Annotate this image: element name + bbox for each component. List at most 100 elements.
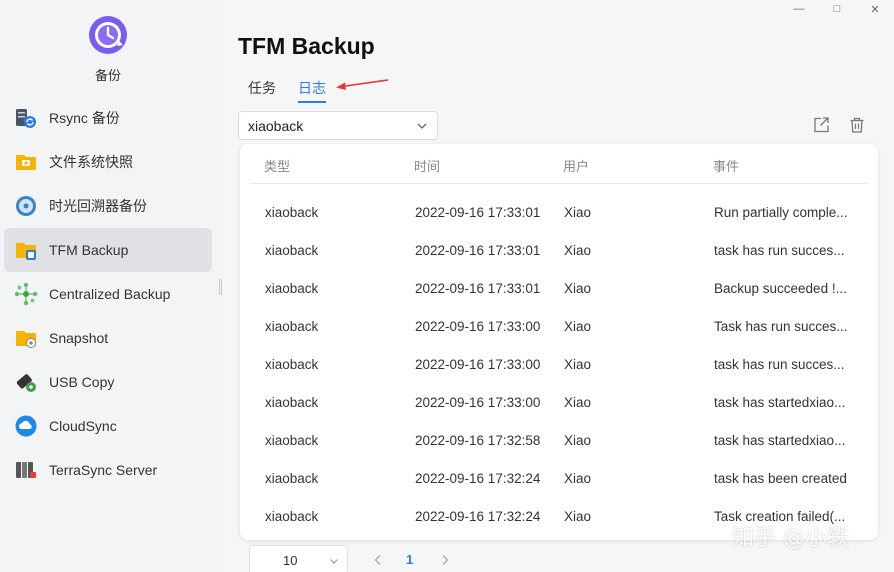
cell-time: 2022-09-16 17:33:01 (415, 281, 541, 296)
cell-time: 2022-09-16 17:33:00 (415, 395, 541, 410)
sidebar-item-filesystem-snapshot[interactable]: 文件系统快照 (4, 140, 212, 184)
column-header-time[interactable]: 时间 (414, 156, 440, 175)
task-select[interactable]: xiaoback (238, 111, 438, 140)
sidebar-item-cloudsync[interactable]: CloudSync (4, 404, 212, 448)
table-row[interactable]: xiaoback 2022-09-16 17:33:01 Xiao task h… (240, 232, 878, 270)
sidebar-resize-handle[interactable] (219, 279, 222, 295)
terrasync-server-icon (14, 458, 38, 482)
cell-event: Task creation failed(... (714, 509, 846, 524)
cell-type: xiaoback (265, 471, 319, 486)
sidebar-item-terrasync-server[interactable]: TerraSync Server (4, 448, 212, 492)
cell-user: Xiao (564, 281, 592, 296)
table-body: xiaoback 2022-09-16 17:33:01 Xiao Run pa… (240, 194, 878, 536)
table-row[interactable]: xiaoback 2022-09-16 17:33:01 Xiao Run pa… (240, 194, 878, 232)
sidebar-item-label: TerraSync Server (49, 462, 158, 478)
usb-drive-icon (14, 370, 38, 394)
sidebar-item-snapshot[interactable]: Snapshot (4, 316, 212, 360)
cell-time: 2022-09-16 17:33:01 (415, 243, 541, 258)
table-row[interactable]: xiaoback 2022-09-16 17:32:58 Xiao task h… (240, 422, 878, 460)
sidebar-item-label: CloudSync (49, 418, 117, 434)
column-header-type[interactable]: 类型 (264, 156, 290, 175)
cell-event: Backup succeeded !... (714, 281, 847, 296)
minimize-button[interactable]: — (780, 0, 818, 18)
log-table: 类型 时间 用户 事件 xiaoback 2022-09-16 17:33:01… (240, 144, 878, 540)
annotation-arrow-icon (336, 79, 389, 90)
sidebar-item-label: Snapshot (49, 330, 109, 346)
cell-user: Xiao (564, 433, 592, 448)
cell-time: 2022-09-16 17:33:00 (415, 319, 541, 334)
sidebar-item-tfm-backup[interactable]: TFM Backup (4, 228, 212, 272)
window-controls: — □ ✕ (780, 0, 894, 18)
prev-page-button[interactable] (370, 552, 386, 568)
cloud-sync-icon (14, 414, 38, 438)
page-size-select[interactable]: 10 (249, 545, 348, 572)
cell-type: xiaoback (265, 205, 319, 220)
table-row[interactable]: xiaoback 2022-09-16 17:33:00 Xiao task h… (240, 384, 878, 422)
page-size-value: 10 (283, 552, 298, 568)
cell-time: 2022-09-16 17:33:01 (415, 205, 541, 220)
backup-clock-icon (88, 15, 128, 55)
table-row[interactable]: xiaoback 2022-09-16 17:32:24 Xiao Task c… (240, 498, 878, 536)
table-row[interactable]: xiaoback 2022-09-16 17:33:01 Xiao Backup… (240, 270, 878, 308)
folder-snapshot-icon (14, 150, 38, 174)
sidebar: 备份 Rsync 备份 文件系统快照 时光回溯器备份 TFM Backup Ce… (0, 0, 222, 572)
cell-time: 2022-09-16 17:32:24 (415, 509, 541, 524)
snapshot-folder-icon (14, 326, 38, 350)
maximize-button[interactable]: □ (818, 0, 856, 18)
cell-event: task has run succes... (714, 243, 845, 258)
sidebar-item-label: USB Copy (49, 374, 115, 390)
time-machine-icon (14, 194, 38, 218)
sidebar-item-rsync[interactable]: Rsync 备份 (4, 96, 212, 140)
chevron-right-icon (442, 555, 449, 565)
sidebar-item-label: 文件系统快照 (49, 154, 133, 170)
cell-type: xiaoback (265, 509, 319, 524)
cell-time: 2022-09-16 17:32:58 (415, 433, 541, 448)
chevron-left-icon (374, 555, 381, 565)
sidebar-item-label: Rsync 备份 (49, 110, 120, 126)
rsync-server-icon (14, 106, 38, 130)
cell-user: Xiao (564, 395, 592, 410)
cell-event: task has startedxiao... (714, 433, 846, 448)
cell-type: xiaoback (265, 319, 319, 334)
tfm-backup-folder-icon (14, 238, 38, 262)
next-page-button[interactable] (437, 552, 453, 568)
cell-event: task has been created (714, 471, 847, 486)
cell-event: task has startedxiao... (714, 395, 846, 410)
table-row[interactable]: xiaoback 2022-09-16 17:32:24 Xiao task h… (240, 460, 878, 498)
sidebar-nav: Rsync 备份 文件系统快照 时光回溯器备份 TFM Backup Centr… (4, 96, 212, 492)
cell-user: Xiao (564, 205, 592, 220)
chevron-down-icon (330, 559, 338, 564)
tab-bar: 任务 日志 (248, 78, 326, 103)
column-header-event[interactable]: 事件 (713, 156, 739, 175)
cell-user: Xiao (564, 471, 592, 486)
cell-time: 2022-09-16 17:33:00 (415, 357, 541, 372)
cell-type: xiaoback (265, 281, 319, 296)
tab-logs[interactable]: 日志 (298, 78, 326, 103)
cell-type: xiaoback (265, 433, 319, 448)
cell-user: Xiao (564, 243, 592, 258)
sidebar-item-usb-copy[interactable]: USB Copy (4, 360, 212, 404)
app-name: 备份 (94, 69, 121, 84)
cell-user: Xiao (564, 509, 592, 524)
task-select-value: xiaoback (248, 117, 304, 134)
trash-icon[interactable] (848, 116, 866, 134)
sidebar-item-label: Centralized Backup (49, 286, 171, 302)
cell-type: xiaoback (265, 243, 319, 258)
table-row[interactable]: xiaoback 2022-09-16 17:33:00 Xiao task h… (240, 346, 878, 384)
close-button[interactable]: ✕ (856, 0, 894, 18)
cell-event: task has run succes... (714, 357, 845, 372)
cell-time: 2022-09-16 17:32:24 (415, 471, 541, 486)
sidebar-item-centralized-backup[interactable]: Centralized Backup (4, 272, 212, 316)
cell-type: xiaoback (265, 357, 319, 372)
export-icon[interactable] (812, 116, 830, 134)
chevron-down-icon (417, 123, 427, 129)
tab-tasks[interactable]: 任务 (248, 78, 276, 103)
sidebar-item-time-machine[interactable]: 时光回溯器备份 (4, 184, 212, 228)
table-header: 类型 时间 用户 事件 (250, 144, 868, 184)
page-number-current[interactable]: 1 (406, 552, 413, 567)
sidebar-item-label: TFM Backup (49, 242, 129, 258)
column-header-user[interactable]: 用户 (563, 156, 589, 175)
cell-type: xiaoback (265, 395, 319, 410)
table-row[interactable]: xiaoback 2022-09-16 17:33:00 Xiao Task h… (240, 308, 878, 346)
page-title: TFM Backup (238, 33, 375, 59)
